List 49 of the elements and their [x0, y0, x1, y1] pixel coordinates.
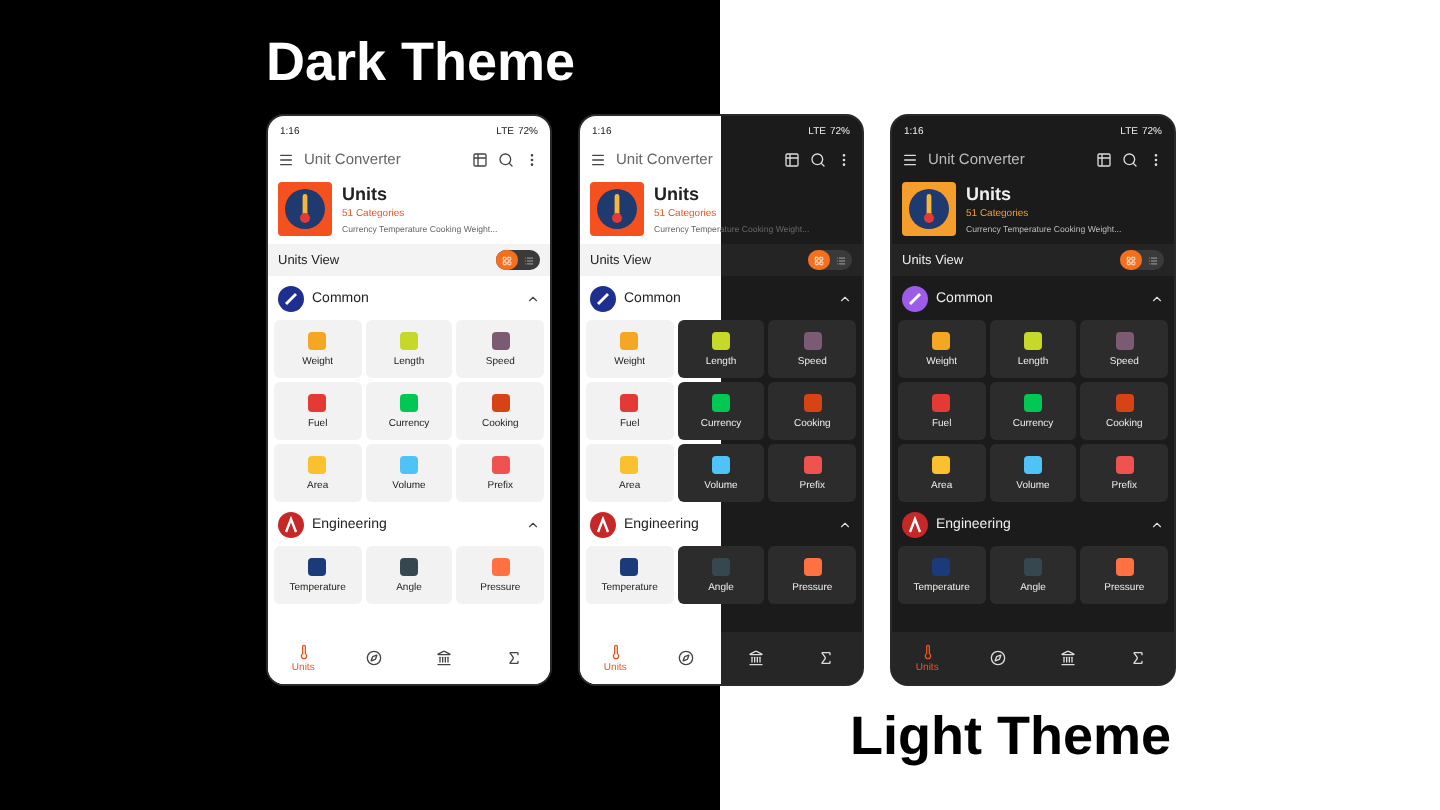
grid-icon: [502, 255, 512, 265]
card-title: Units: [966, 184, 1013, 204]
thermometer-icon: [607, 643, 624, 659]
pencil-icon: [590, 285, 616, 311]
heading: Light Theme: [850, 704, 1171, 770]
pencil-icon: [278, 285, 304, 311]
view-toggle[interactable]: [1120, 250, 1164, 270]
compass-icon: [365, 650, 382, 666]
thermometer-logo-icon: [590, 182, 644, 236]
menu-icon[interactable]: [902, 151, 918, 167]
bank-icon: [1060, 650, 1077, 666]
grid-icon: [1126, 255, 1136, 265]
card-title: Units: [342, 184, 389, 204]
thermometer-logo-icon: [902, 182, 956, 236]
list-icon: [1148, 255, 1158, 265]
bank-icon: [748, 650, 765, 666]
thermometer-icon: [919, 643, 936, 659]
grid-view-button[interactable]: [496, 250, 518, 270]
sigma-icon: [818, 650, 835, 666]
drafting-compass-icon: [590, 511, 616, 537]
compass-icon: [989, 650, 1006, 666]
menu-icon[interactable]: [278, 151, 294, 167]
grid-icon: [814, 255, 824, 265]
chevron-up-icon[interactable]: [838, 291, 852, 305]
grid-view-button[interactable]: [808, 250, 830, 270]
view-toggle[interactable]: [496, 250, 540, 270]
list-icon: [524, 255, 534, 265]
thermometer-logo-icon: [278, 182, 332, 236]
drafting-compass-icon: [278, 511, 304, 537]
view-toggle[interactable]: [808, 250, 852, 270]
bank-icon: [436, 650, 453, 666]
chevron-up-icon[interactable]: [1150, 517, 1164, 531]
menu-icon[interactable]: [590, 151, 606, 167]
compass-icon: [677, 650, 694, 666]
heading: Dark Theme: [266, 30, 576, 96]
thermometer-icon: [295, 643, 312, 659]
drafting-compass-icon: [902, 511, 928, 537]
search-icon[interactable]: [498, 151, 514, 167]
chevron-up-icon[interactable]: [526, 291, 540, 305]
card-title: Units: [654, 184, 701, 204]
list-icon: [836, 255, 846, 265]
sigma-icon: [1130, 650, 1147, 666]
sigma-icon: [506, 650, 523, 666]
chevron-up-icon[interactable]: [526, 517, 540, 531]
pencil-icon: [902, 285, 928, 311]
chevron-up-icon[interactable]: [1150, 291, 1164, 305]
table-icon[interactable]: [472, 151, 488, 167]
grid-view-button[interactable]: [1120, 250, 1142, 270]
chevron-up-icon[interactable]: [838, 517, 852, 531]
